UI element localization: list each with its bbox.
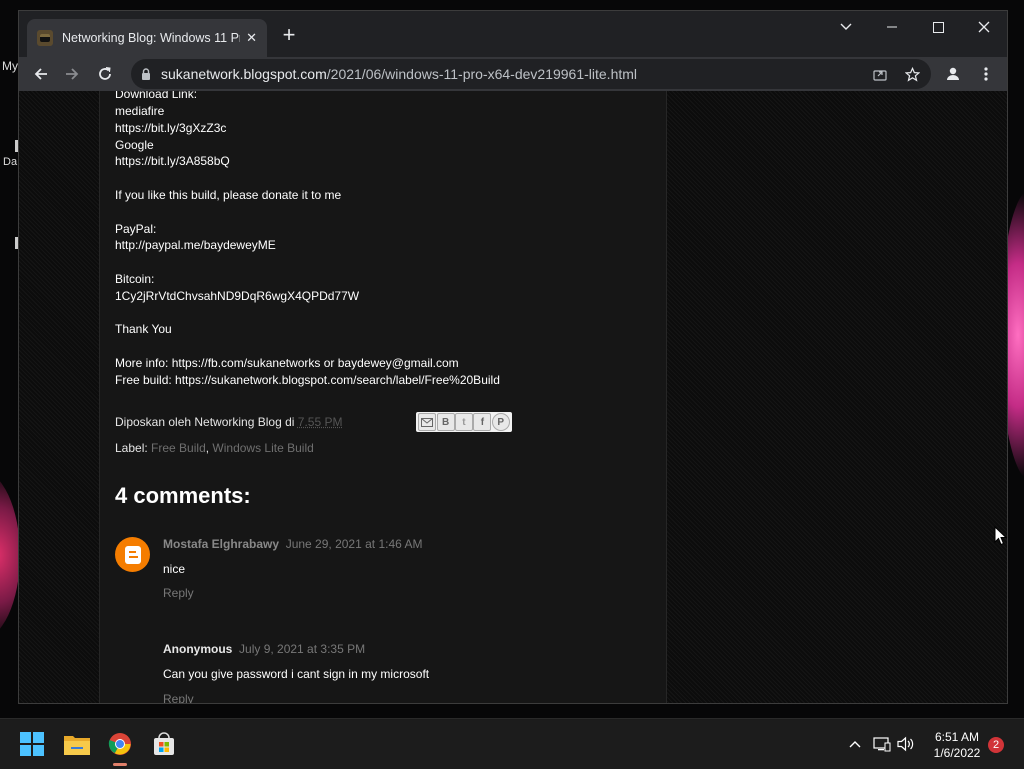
comment-author: Anonymous xyxy=(163,642,232,656)
close-window-button[interactable] xyxy=(961,11,1007,43)
url-path: /2021/06/windows-11-pro-x64-dev219961-li… xyxy=(327,66,637,82)
file-explorer-icon xyxy=(64,733,90,755)
address-bar[interactable]: sukanetwork.blogspot.com/2021/06/windows… xyxy=(131,59,931,89)
comment-text: nice xyxy=(163,562,185,576)
taskbar: 6:51 AM 1/6/2022 2 xyxy=(0,718,1024,769)
post-link[interactable]: https://bit.ly/3gXzZ3c xyxy=(115,121,226,135)
windows-start-icon xyxy=(20,732,44,756)
network-icon xyxy=(873,736,891,752)
microsoft-store-icon xyxy=(152,732,176,756)
wallpaper-glow-left xyxy=(0,470,20,640)
post-meta-prefix: Diposkan oleh Networking Blog di xyxy=(115,415,294,429)
comments-heading: 4 comments: xyxy=(115,483,251,509)
desktop-icon-label-2[interactable]: Da xyxy=(3,156,17,168)
comment-header: Anonymous July 9, 2021 at 3:35 PM xyxy=(163,642,365,656)
post-line: If you like this build, please donate it… xyxy=(115,188,341,202)
tab-strip: Networking Blog: Windows 11 Pro ✕ + xyxy=(19,11,1007,57)
page-viewport[interactable]: Download Link: mediafire https://bit.ly/… xyxy=(19,91,1007,703)
profile-icon xyxy=(946,67,960,81)
browser-toolbar: sukanetwork.blogspot.com/2021/06/windows… xyxy=(19,57,1007,91)
clock-date: 1/6/2022 xyxy=(924,745,990,761)
post-time-link[interactable]: 7.55 PM xyxy=(298,415,343,429)
comment-date[interactable]: July 9, 2021 at 3:35 PM xyxy=(239,642,365,656)
post-labels: Label: Free Build, Windows Lite Build xyxy=(115,441,314,455)
comment-author[interactable]: Mostafa Elghrabawy xyxy=(163,537,279,551)
active-app-indicator xyxy=(113,763,127,766)
maximize-button[interactable] xyxy=(915,11,961,43)
post-line: More info: https://fb.com/sukanetworks o… xyxy=(115,356,459,370)
blog-favicon-icon xyxy=(37,30,53,46)
bookmark-star-icon[interactable] xyxy=(903,65,921,83)
url-host: sukanetwork.blogspot.com xyxy=(161,66,327,82)
lock-icon xyxy=(141,68,151,80)
comment-header: Mostafa Elghrabawy June 29, 2021 at 1:46… xyxy=(163,537,422,551)
tab-close-icon[interactable]: ✕ xyxy=(246,30,257,46)
mouse-cursor-icon xyxy=(994,526,1008,546)
post-line: Google xyxy=(115,138,154,152)
chevron-down-icon xyxy=(840,23,852,31)
profile-button[interactable] xyxy=(940,61,966,87)
back-arrow-icon xyxy=(33,66,49,82)
post-column: Download Link: mediafire https://bit.ly/… xyxy=(99,91,667,703)
post-line: Thank You xyxy=(115,322,172,336)
volume-icon xyxy=(897,736,915,752)
label-link[interactable]: Windows Lite Build xyxy=(212,441,313,455)
reload-icon xyxy=(97,66,113,82)
email-icon[interactable] xyxy=(418,413,436,431)
taskbar-clock[interactable]: 6:51 AM 1/6/2022 xyxy=(924,729,990,761)
start-button[interactable] xyxy=(15,727,49,761)
comment-reply-link[interactable]: Reply xyxy=(163,692,194,703)
pinterest-icon[interactable]: P xyxy=(492,413,510,431)
comment-reply-link[interactable]: Reply xyxy=(163,586,194,600)
browser-menu-button[interactable] xyxy=(973,61,999,87)
post-line: Bitcoin: xyxy=(115,272,154,286)
forward-button[interactable] xyxy=(59,61,85,87)
clock-time: 6:51 AM xyxy=(924,729,990,745)
post-link[interactable]: http://paypal.me/baydeweyME xyxy=(115,238,276,252)
new-tab-button[interactable]: + xyxy=(277,24,301,48)
back-button[interactable] xyxy=(28,61,54,87)
minimize-button[interactable] xyxy=(869,11,915,43)
post-line: mediafire xyxy=(115,104,164,118)
commenter-avatar[interactable] xyxy=(115,537,150,572)
post-link[interactable]: https://bit.ly/3A858bQ xyxy=(115,154,230,168)
blogger-icon[interactable]: B xyxy=(437,413,455,431)
chrome-icon xyxy=(108,732,132,756)
close-icon xyxy=(978,21,990,33)
facebook-icon[interactable]: f xyxy=(473,413,491,431)
post-meta: Diposkan oleh Networking Blog di 7.55 PM xyxy=(115,415,342,429)
tab-search-button[interactable] xyxy=(823,11,869,43)
maximize-icon xyxy=(933,22,944,33)
volume-button[interactable] xyxy=(897,736,915,752)
plus-icon: + xyxy=(283,22,296,47)
label-link[interactable]: Free Build xyxy=(151,441,206,455)
notification-count-badge[interactable]: 2 xyxy=(988,737,1004,753)
tab-title: Networking Blog: Windows 11 Pro xyxy=(62,31,240,45)
show-hidden-icons-button[interactable] xyxy=(846,736,864,752)
minimize-icon xyxy=(887,26,897,28)
reload-button[interactable] xyxy=(92,61,118,87)
chrome-taskbar-button[interactable] xyxy=(103,727,137,761)
tab-active[interactable]: Networking Blog: Windows 11 Pro ✕ xyxy=(27,19,267,57)
comment-date[interactable]: June 29, 2021 at 1:46 AM xyxy=(286,537,423,551)
forward-arrow-icon xyxy=(64,66,80,82)
store-button[interactable] xyxy=(147,727,181,761)
share-icon[interactable] xyxy=(871,65,889,83)
file-explorer-button[interactable] xyxy=(60,727,94,761)
url-text: sukanetwork.blogspot.com/2021/06/windows… xyxy=(161,66,637,82)
post-line: PayPal: xyxy=(115,222,156,236)
comment-text: Can you give password i cant sign in my … xyxy=(163,667,429,681)
blogger-logo-icon xyxy=(125,546,141,564)
labels-prefix: Label: xyxy=(115,441,148,455)
post-line: 1Cy2jRrVtdChvsahND9DqR6wgX4QPDd77W xyxy=(115,289,359,303)
chevron-up-icon xyxy=(849,740,861,748)
post-line: Free build: https://sukanetwork.blogspot… xyxy=(115,373,500,387)
network-button[interactable] xyxy=(873,736,891,752)
browser-window: Networking Blog: Windows 11 Pro ✕ + suka… xyxy=(18,10,1008,704)
twitter-icon[interactable]: t xyxy=(455,413,473,431)
post-line: Download Link: xyxy=(115,91,197,101)
desktop-icon-label-1[interactable]: My xyxy=(2,59,18,73)
kebab-menu-icon xyxy=(984,67,988,81)
share-buttons: B t f P xyxy=(416,412,512,432)
